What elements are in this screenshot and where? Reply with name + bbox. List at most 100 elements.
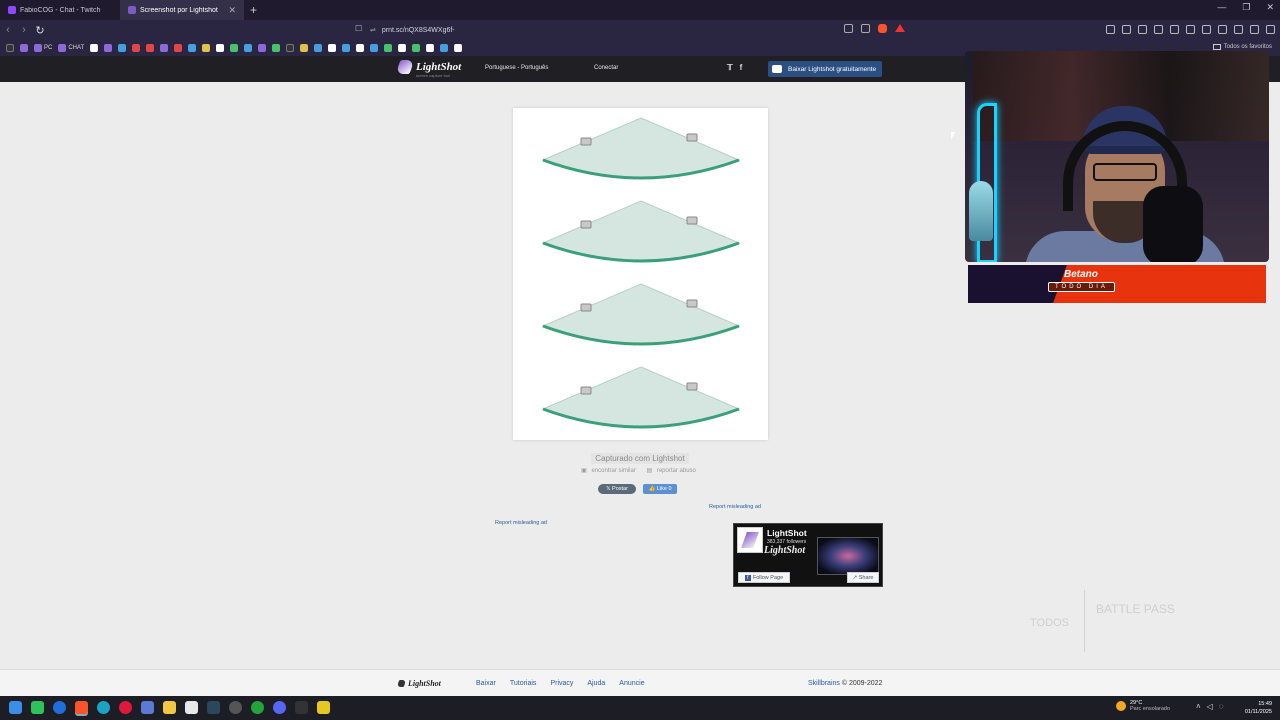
page-name[interactable]: LightShot: [767, 528, 807, 538]
back-icon[interactable]: ‹: [0, 24, 16, 36]
clock[interactable]: 15:49 01/11/2025: [1236, 700, 1272, 716]
store-icon[interactable]: [185, 701, 198, 714]
xbox-icon[interactable]: [251, 701, 264, 714]
bookmark-item[interactable]: [258, 44, 267, 52]
report-ad-link[interactable]: Report misleading ad: [495, 520, 547, 526]
app-icon[interactable]: [229, 701, 242, 714]
find-similar-link[interactable]: ▣ encontrar similar: [581, 468, 639, 474]
bookmark-item[interactable]: [104, 44, 113, 52]
bookmark-item[interactable]: [384, 44, 393, 52]
language-selector[interactable]: Portuguese - Português: [485, 65, 548, 71]
bookmark-item[interactable]: [272, 44, 281, 52]
speaker-icon[interactable]: ◁: [1207, 702, 1213, 711]
sidebar-icon[interactable]: [1202, 25, 1211, 34]
twitter-icon[interactable]: 𝕋: [727, 63, 733, 72]
chevron-up-icon[interactable]: ˄: [1196, 702, 1201, 711]
extension-icon[interactable]: [1138, 25, 1147, 34]
file-explorer-icon[interactable]: [163, 701, 176, 714]
bookmark-item[interactable]: [174, 44, 183, 52]
bookmark-item[interactable]: [146, 44, 155, 52]
brave-rewards-icon[interactable]: [895, 24, 905, 32]
bookmark-icon[interactable]: ☐: [355, 24, 362, 33]
follow-page-button[interactable]: f Follow Page: [738, 572, 790, 583]
bookmark-item[interactable]: [188, 44, 197, 52]
tab-lightshot[interactable]: Screenshot por Lightshot ✕: [120, 0, 244, 20]
screenshot-image[interactable]: [513, 108, 768, 440]
download-button[interactable]: Baixar Lightshot gratuitamente: [768, 61, 882, 77]
app-icon[interactable]: [31, 701, 44, 714]
new-tab-button[interactable]: +: [244, 3, 263, 17]
footer-link-tutorials[interactable]: Tutoriais: [510, 680, 537, 687]
menu-icon[interactable]: [1266, 25, 1275, 34]
extension-icon[interactable]: [1122, 25, 1131, 34]
bookmark-item[interactable]: [216, 44, 225, 52]
bookmark-item[interactable]: [160, 44, 169, 52]
site-info-icon[interactable]: ⇌: [370, 26, 376, 34]
extension-icon[interactable]: [1106, 25, 1115, 34]
bookmark-item[interactable]: [230, 44, 239, 52]
reload-icon[interactable]: ↻: [32, 24, 48, 37]
forward-icon[interactable]: ›: [16, 24, 32, 36]
network-icon[interactable]: ◌: [1219, 702, 1224, 711]
restore-icon[interactable]: ❐: [1242, 2, 1250, 13]
share-button[interactable]: ↗ Share: [847, 572, 879, 583]
bookmark-item[interactable]: [342, 44, 351, 52]
footer-logo[interactable]: LightShot: [396, 679, 441, 688]
bookmark-item[interactable]: [370, 44, 379, 52]
bookmark-pc[interactable]: PC: [34, 44, 52, 52]
minimize-icon[interactable]: —: [1217, 2, 1226, 13]
bookmark-item[interactable]: [314, 44, 323, 52]
bookmark-item[interactable]: [244, 44, 253, 52]
bookmark-item[interactable]: [90, 44, 99, 52]
close-tab-icon[interactable]: ✕: [228, 5, 236, 16]
lightshot-logo[interactable]: LightShot screen capture tool: [395, 60, 461, 78]
bookmark-item[interactable]: [118, 44, 127, 52]
bookmark-item[interactable]: [286, 44, 295, 52]
all-favorites[interactable]: Todos os favoritos: [1212, 44, 1272, 50]
facebook-page-widget[interactable]: LightShot 383,337 followers LightShot f …: [733, 523, 883, 587]
bookmark-item[interactable]: [356, 44, 365, 52]
discord-icon[interactable]: [273, 701, 286, 714]
address-bar[interactable]: ⇌ prnt.sc/nQX8S4WXg6f-: [370, 23, 910, 37]
bookmark-item[interactable]: [440, 44, 449, 52]
apps-grid-icon[interactable]: [6, 44, 14, 52]
steam-icon[interactable]: [207, 701, 220, 714]
tab-twitch-chat[interactable]: FabioCOG - Chat - Twitch: [0, 0, 120, 20]
brave-icon[interactable]: [75, 701, 88, 714]
signin-link[interactable]: Conectar: [594, 65, 618, 71]
footer-link-advertise[interactable]: Anuncie: [619, 680, 644, 687]
like-button[interactable]: 👍 Like 0: [643, 484, 677, 494]
facebook-icon[interactable]: f: [740, 63, 743, 72]
footer-link-download[interactable]: Baixar: [476, 680, 496, 687]
report-abuse-link[interactable]: ▤ reportar abuso: [647, 468, 699, 474]
reader-mode-icon[interactable]: [844, 24, 853, 33]
bookmark-item[interactable]: [300, 44, 309, 52]
bookmark-twitch[interactable]: [20, 44, 28, 52]
edge-dev-icon[interactable]: [97, 701, 110, 714]
page-avatar[interactable]: [737, 527, 763, 553]
bookmark-item[interactable]: [426, 44, 435, 52]
report-ad-link[interactable]: Report misleading ad: [709, 504, 761, 510]
bookmark-item[interactable]: [132, 44, 141, 52]
start-icon[interactable]: [9, 701, 22, 714]
download-icon[interactable]: [1170, 25, 1179, 34]
bookmark-item[interactable]: [328, 44, 337, 52]
app-icon[interactable]: [317, 701, 330, 714]
extension-icon[interactable]: [1154, 25, 1163, 34]
edge-icon[interactable]: [53, 701, 66, 714]
teams-icon[interactable]: [141, 701, 154, 714]
close-window-icon[interactable]: ✕: [1266, 2, 1274, 13]
share-icon[interactable]: [861, 24, 870, 33]
post-button[interactable]: 𝕏 Postar: [598, 484, 636, 494]
vpn-icon[interactable]: [1250, 25, 1259, 34]
brave-shields-icon[interactable]: [878, 24, 887, 33]
bookmark-item[interactable]: [398, 44, 407, 52]
bookmark-item[interactable]: [202, 44, 211, 52]
wallet-icon[interactable]: [1218, 25, 1227, 34]
opera-icon[interactable]: [119, 701, 132, 714]
bookmark-item[interactable]: [412, 44, 421, 52]
bookmark-chat[interactable]: CHAT: [58, 44, 84, 52]
trash-icon[interactable]: [1186, 25, 1195, 34]
obs-icon[interactable]: [295, 701, 308, 714]
bookmark-item[interactable]: [454, 44, 463, 52]
